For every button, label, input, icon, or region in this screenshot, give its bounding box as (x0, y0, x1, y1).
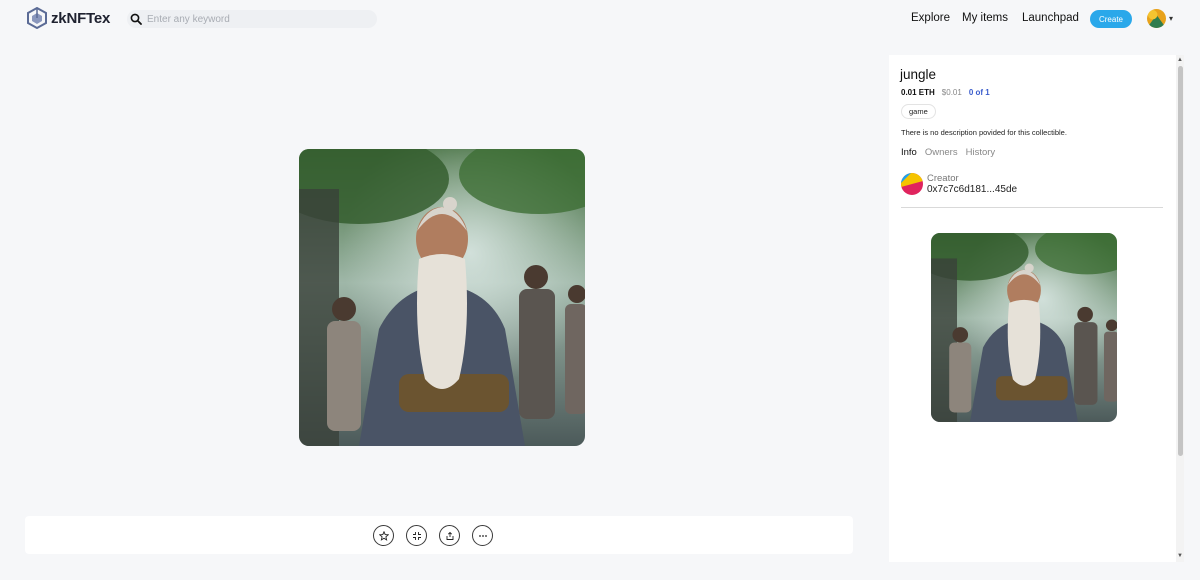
creator-block[interactable]: Creator 0x7c7c6d181...45de (901, 173, 1017, 195)
item-description: There is no description povided for this… (901, 128, 1067, 137)
nav-launchpad[interactable]: Launchpad (1022, 12, 1079, 24)
fullscreen-icon (412, 531, 421, 540)
user-menu[interactable]: ▾ (1147, 9, 1173, 28)
creator-address[interactable]: 0x7c7c6d181...45de (927, 184, 1017, 195)
creator-text: Creator 0x7c7c6d181...45de (927, 173, 1017, 195)
logo-icon (27, 7, 47, 29)
search-icon (130, 13, 142, 25)
creator-avatar (901, 173, 923, 195)
create-button[interactable]: Create (1090, 10, 1132, 28)
edition-count[interactable]: 0 of 1 (969, 88, 990, 97)
divider (901, 207, 1163, 208)
app-name: zkNFTex (51, 9, 111, 27)
scroll-up-icon[interactable]: ▲ (1177, 57, 1183, 63)
chevron-down-icon: ▾ (1169, 14, 1174, 23)
share-icon (446, 531, 453, 540)
nav-explore[interactable]: Explore (911, 12, 950, 24)
logo[interactable]: zkNFTex (26, 7, 110, 29)
scroll-down-icon[interactable]: ▼ (1177, 553, 1183, 559)
nav-my-items[interactable]: My items (962, 12, 1008, 24)
detail-tabs: Info Owners History (901, 147, 995, 158)
price-usd: $0.01 (941, 88, 962, 97)
star-icon (378, 530, 389, 541)
favorite-button[interactable] (373, 525, 394, 546)
tab-info[interactable]: Info (901, 147, 917, 158)
category-tag[interactable]: game (901, 104, 936, 119)
nft-image[interactable] (299, 149, 585, 446)
fullscreen-button[interactable] (406, 525, 427, 546)
more-button[interactable] (472, 525, 493, 546)
price-row: 0.01 ETH $0.01 0 of 1 (901, 88, 990, 97)
search-bar (127, 10, 377, 28)
more-icon (478, 534, 487, 537)
price-eth: 0.01 ETH (901, 88, 935, 97)
creator-label: Creator (927, 173, 959, 184)
scrollbar-thumb[interactable] (1178, 66, 1183, 456)
item-title: jungle (900, 67, 937, 82)
tab-owners[interactable]: Owners (925, 147, 958, 158)
search-input[interactable] (147, 13, 362, 25)
share-button[interactable] (439, 525, 460, 546)
nft-thumbnail[interactable] (931, 233, 1117, 422)
tab-history[interactable]: History (966, 147, 996, 158)
action-bar (25, 516, 853, 554)
top-nav-bar: zkNFTex Explore My items Launchpad Creat… (0, 0, 1200, 38)
avatar (1147, 9, 1166, 28)
